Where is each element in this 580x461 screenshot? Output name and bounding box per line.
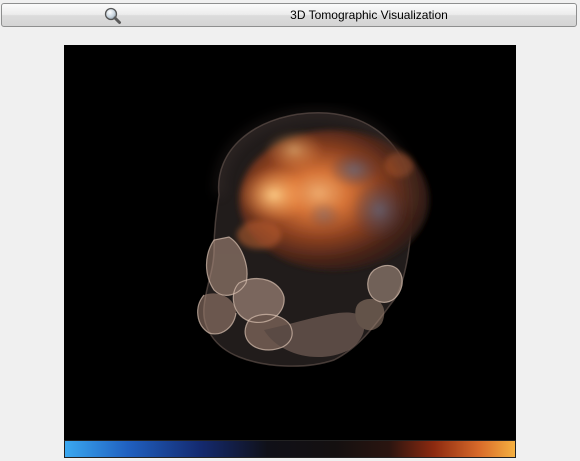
colormap-legend bbox=[64, 440, 516, 458]
window-title: 3D Tomographic Visualization bbox=[290, 8, 448, 22]
window-title-bar: 3D Tomographic Visualization bbox=[1, 3, 577, 27]
render-viewport[interactable] bbox=[64, 45, 516, 440]
head-volume-render bbox=[197, 109, 429, 367]
